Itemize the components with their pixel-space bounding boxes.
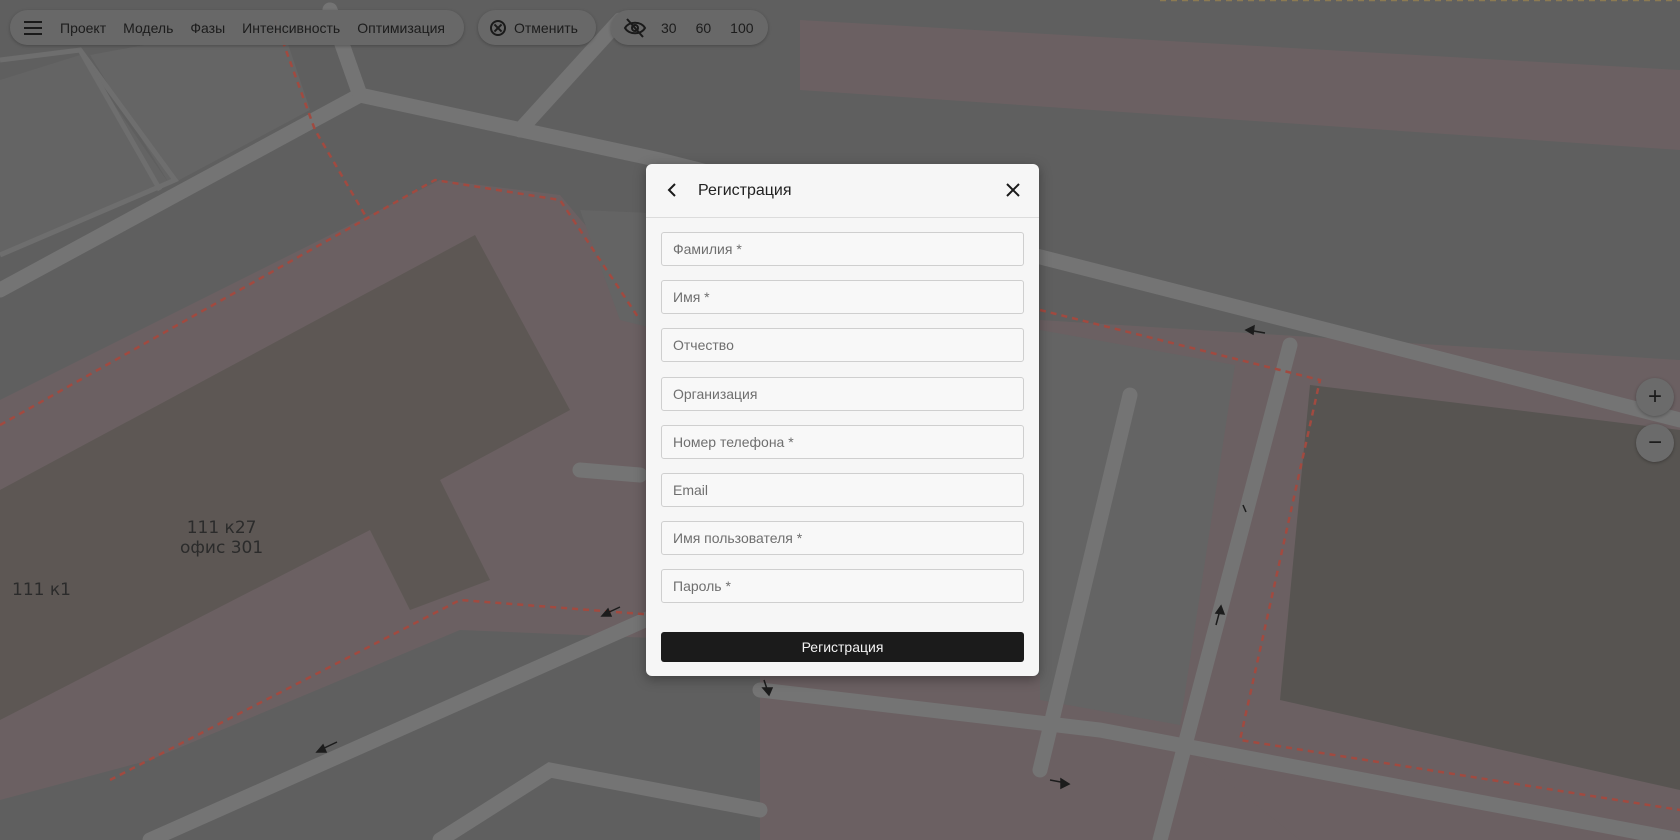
menu-optimization[interactable]: Оптимизация bbox=[357, 20, 445, 36]
registration-dialog: Регистрация Регистрация bbox=[646, 164, 1039, 676]
cancel-label: Отменить bbox=[514, 19, 578, 36]
menu-project[interactable]: Проект bbox=[60, 20, 106, 36]
menu-phases[interactable]: Фазы bbox=[190, 20, 225, 36]
dialog-header: Регистрация bbox=[646, 164, 1039, 218]
cancel-button[interactable]: Отменить bbox=[478, 10, 596, 45]
close-icon[interactable] bbox=[1003, 180, 1023, 200]
last-name-field[interactable] bbox=[661, 232, 1024, 266]
organization-field[interactable] bbox=[661, 376, 1024, 411]
zoom-out-button[interactable]: − bbox=[1636, 424, 1674, 462]
speed-30-button[interactable]: 30 bbox=[661, 20, 677, 36]
menu-model[interactable]: Модель bbox=[123, 20, 173, 36]
hamburger-menu-icon[interactable] bbox=[24, 17, 46, 39]
eye-off-icon[interactable] bbox=[623, 17, 647, 38]
building-number-label: 111 к27 bbox=[186, 518, 257, 538]
zoom-in-button[interactable]: + bbox=[1636, 378, 1674, 416]
dialog-title: Регистрация bbox=[698, 182, 792, 199]
registration-form bbox=[661, 232, 1024, 618]
register-button[interactable]: Регистрация bbox=[661, 632, 1024, 662]
email-field[interactable] bbox=[661, 472, 1024, 507]
patronymic-field[interactable] bbox=[661, 328, 1024, 363]
office-label: офис 301 bbox=[180, 538, 264, 558]
first-name-field[interactable] bbox=[661, 280, 1024, 315]
cancel-circle-icon bbox=[490, 19, 506, 36]
building-label: 111 к1 bbox=[12, 580, 71, 600]
phone-field[interactable] bbox=[661, 424, 1024, 459]
menu-intensity[interactable]: Интенсивность bbox=[242, 20, 340, 36]
back-arrow-icon[interactable] bbox=[664, 181, 682, 199]
main-menu-bar: Проект Модель Фазы Интенсивность Оптимиз… bbox=[10, 10, 464, 45]
speed-toolbar: 30 60 100 bbox=[611, 10, 768, 45]
speed-60-button[interactable]: 60 bbox=[696, 20, 712, 36]
speed-100-button[interactable]: 100 bbox=[730, 20, 753, 36]
password-field[interactable] bbox=[661, 569, 1024, 604]
username-field[interactable] bbox=[661, 521, 1024, 556]
